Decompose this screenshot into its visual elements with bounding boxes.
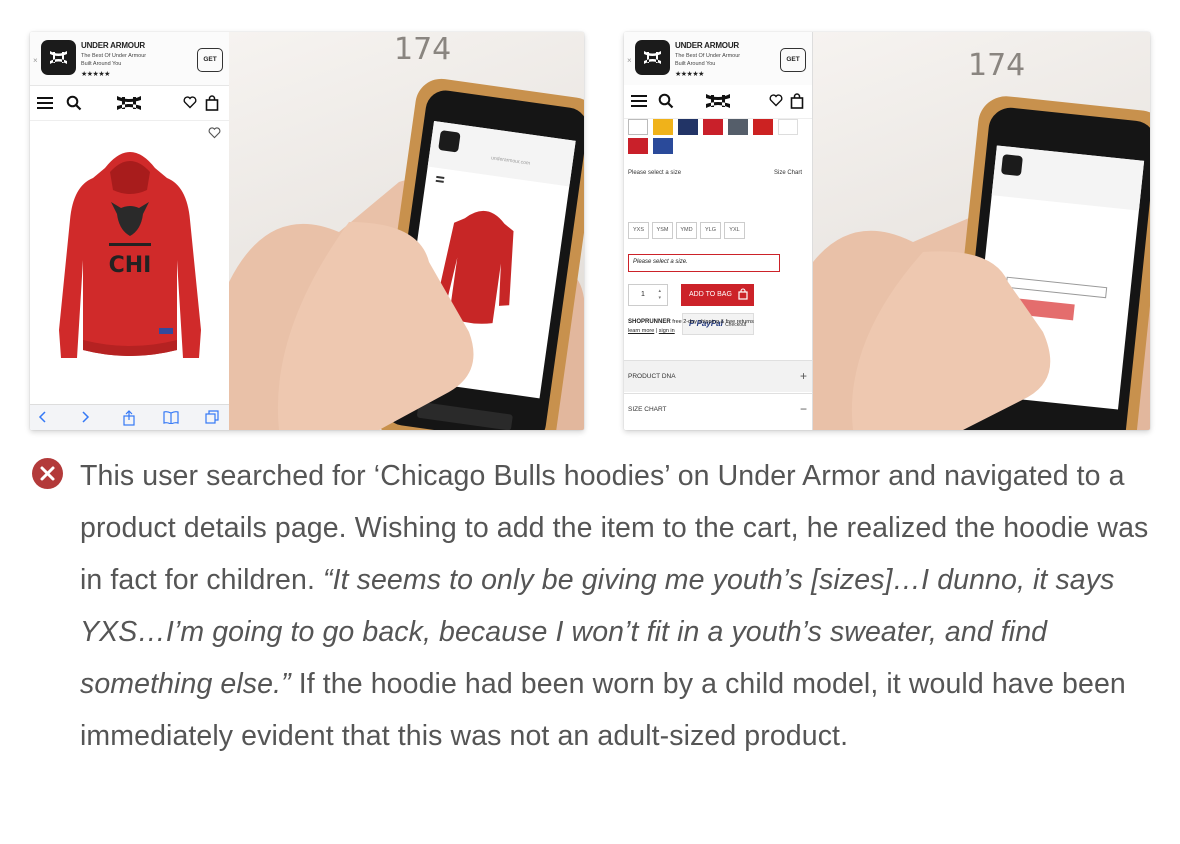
banner-close-button-2[interactable]: × — [627, 56, 632, 65]
hand-holding-phone-illustration — [229, 78, 584, 430]
shopping-bag-icon[interactable] — [205, 95, 219, 116]
rating-stars-2: ★★★★★ — [675, 71, 704, 78]
banner-close-button[interactable]: × — [33, 56, 38, 65]
swatch-1[interactable] — [628, 119, 648, 135]
swatch-5[interactable] — [728, 119, 748, 135]
product-image-area: CHI — [30, 122, 229, 404]
red-hoodie-image: CHI — [55, 140, 205, 375]
wishlist-heart-icon[interactable] — [769, 93, 783, 112]
color-swatches — [628, 119, 808, 159]
size-error-message: Please select a size. — [628, 254, 780, 272]
bookmarks-icon[interactable] — [163, 410, 179, 429]
shoprunner-offer: free 2-day shipping & free returns — [672, 319, 754, 325]
collapse-icon: − — [799, 402, 807, 416]
sign-in-link[interactable]: sign in — [659, 328, 675, 334]
usability-finding-caption: This user searched for ‘Chicago Bulls ho… — [80, 450, 1160, 762]
add-to-bag-button[interactable]: ADD TO BAG — [681, 284, 754, 306]
app-name: UNDER ARMOUR — [81, 41, 145, 50]
swatch-9[interactable] — [653, 138, 673, 154]
menu-icon[interactable] — [37, 95, 53, 116]
wishlist-heart-icon[interactable] — [183, 95, 197, 114]
shoprunner-brand: SHOPRUNNER — [628, 319, 671, 325]
user-video-frame: 174 underarmour.com — [229, 32, 584, 430]
menu-icon[interactable] — [631, 93, 647, 114]
mobile-screen: × UNDER ARMOUR The Best Of Under Armour … — [30, 32, 229, 430]
swatch-4[interactable] — [703, 119, 723, 135]
shopping-bag-icon[interactable] — [790, 93, 804, 114]
forward-icon[interactable] — [80, 410, 90, 429]
favorite-heart-icon[interactable] — [208, 126, 221, 144]
safari-toolbar — [30, 404, 229, 430]
app-subtitle-2: The Best Of Under Armour Built Around Yo… — [675, 53, 741, 67]
screenshot-panel-size-selection: × UNDER ARMOUR The Best Of Under Armour … — [624, 32, 1150, 430]
rating-stars: ★★★★★ — [81, 71, 110, 78]
size-chart-link[interactable]: Size Chart — [774, 170, 802, 176]
swatch-8[interactable] — [628, 138, 648, 154]
share-icon[interactable] — [122, 410, 136, 430]
expand-icon: + — [799, 369, 807, 383]
app-name-2: UNDER ARMOUR — [675, 41, 739, 50]
ua-app-icon-2 — [635, 40, 670, 75]
site-navbar — [30, 87, 229, 121]
search-icon[interactable] — [658, 93, 674, 114]
size-ylg[interactable]: YLG — [700, 222, 721, 239]
swatch-6[interactable] — [753, 119, 773, 135]
back-icon[interactable] — [38, 410, 48, 429]
bag-icon — [738, 288, 748, 302]
swatch-2[interactable] — [653, 119, 673, 135]
size-ysm[interactable]: YSM — [652, 222, 673, 239]
app-subtitle: The Best Of Under Armour Built Around Yo… — [81, 53, 147, 67]
get-app-button[interactable]: GET — [197, 48, 223, 72]
site-navbar-2 — [624, 85, 812, 119]
product-dna-section[interactable]: PRODUCT DNA + — [624, 360, 812, 392]
ua-app-icon — [41, 40, 76, 75]
screenshot-panel-product-page: × UNDER ARMOUR The Best Of Under Armour … — [30, 32, 584, 430]
svg-text:CHI: CHI — [109, 253, 152, 278]
learn-more-link[interactable]: learn more — [628, 328, 654, 334]
error-x-icon — [32, 458, 63, 489]
hand-holding-phone-illustration-2 — [813, 96, 1150, 430]
ua-logo-icon[interactable] — [704, 91, 732, 116]
app-install-banner-2: × UNDER ARMOUR The Best Of Under Armour … — [624, 32, 812, 86]
swatch-7[interactable] — [778, 119, 798, 135]
search-icon[interactable] — [66, 95, 82, 116]
size-yxl[interactable]: YXL — [724, 222, 745, 239]
get-app-button-2[interactable]: GET — [780, 48, 806, 72]
size-prompt: Please select a size — [628, 170, 682, 176]
user-video-frame-2: 174 — [813, 32, 1150, 430]
tabs-icon[interactable] — [205, 410, 219, 429]
mobile-screen-2: × UNDER ARMOUR The Best Of Under Armour … — [624, 32, 813, 430]
quantity-stepper[interactable]: 1 ▴ ▾ — [628, 284, 668, 306]
size-yxs[interactable]: YXS — [628, 222, 649, 239]
app-install-banner: × UNDER ARMOUR The Best Of Under Armour … — [30, 32, 229, 86]
size-chart-section[interactable]: SIZE CHART − — [624, 393, 812, 425]
ua-logo-icon[interactable] — [115, 93, 143, 118]
size-ymd[interactable]: YMD — [676, 222, 697, 239]
shoprunner: SHOPRUNNER free 2-day shipping & free re… — [628, 319, 754, 334]
swatch-3[interactable] — [678, 119, 698, 135]
